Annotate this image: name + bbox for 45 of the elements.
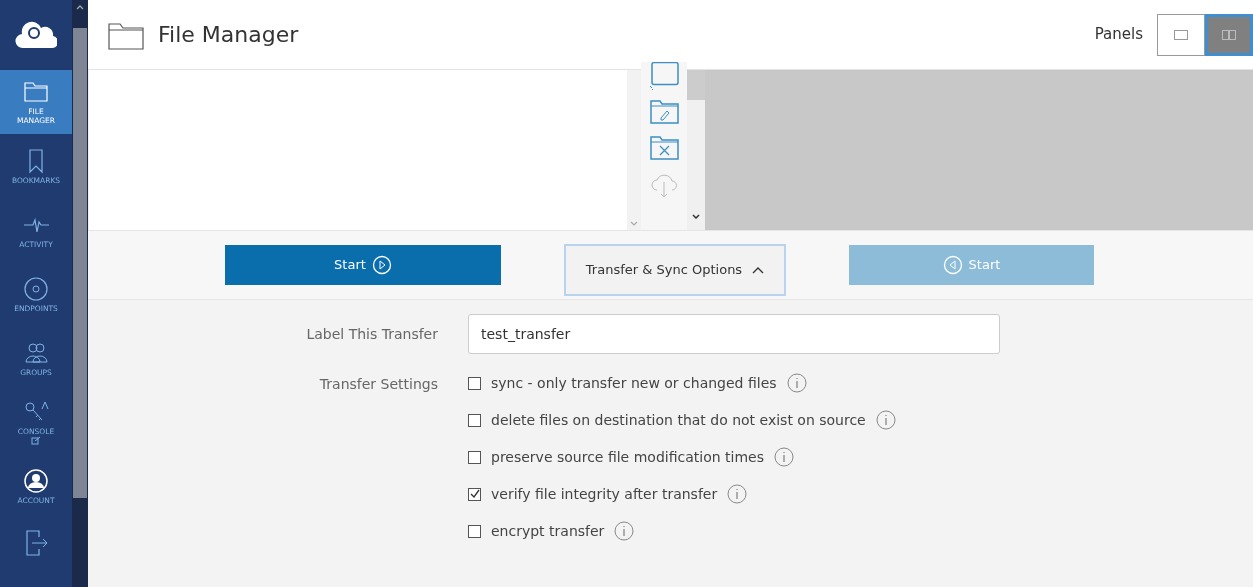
panel-toggle-button[interactable]: [1157, 13, 1205, 56]
scroll-down-icon[interactable]: [692, 214, 700, 219]
panel-toggle-button[interactable]: [1205, 13, 1253, 56]
options-toggle-button[interactable]: Transfer & Sync Options: [564, 244, 786, 296]
back-icon: [942, 255, 963, 275]
panels-label: Panels: [1094, 24, 1143, 46]
checkbox[interactable]: [468, 487, 481, 501]
checkbox[interactable]: [468, 450, 481, 464]
two-panes-icon: [1222, 29, 1236, 40]
field-label: Transfer Settings: [318, 375, 439, 394]
disc-icon: [23, 275, 49, 304]
checkbox[interactable]: [468, 524, 481, 538]
play-icon: [371, 255, 392, 275]
setting-label: delete files on destination that do not exist on source: [491, 410, 866, 430]
setting-label: encrypt transfer: [491, 521, 605, 541]
info-icon: [614, 521, 635, 541]
checkbox[interactable]: [468, 413, 481, 427]
info-icon: [773, 447, 794, 467]
exit-icon: [23, 529, 49, 557]
start-button[interactable]: Start: [225, 245, 501, 285]
new-folder-icon: [649, 62, 679, 90]
info-icon: [727, 484, 748, 504]
setting-label: verify file integrity after transfer: [491, 484, 718, 504]
scrollbar-track[interactable]: [627, 70, 641, 230]
label-input-field[interactable]: test_transfer: [468, 314, 1000, 354]
toolbar-button[interactable]: [649, 134, 679, 162]
cloud-logo-icon: [15, 20, 57, 50]
info-icon: [875, 410, 896, 430]
setting-label: sync - only transfer new or changed files: [491, 373, 777, 393]
rename-folder-icon: [649, 98, 679, 126]
external-link-icon: [31, 436, 41, 445]
scrollbar-thumb[interactable]: [687, 70, 705, 100]
setting-label: preserve source file modification times: [491, 447, 764, 467]
toolbar-button[interactable]: [649, 98, 679, 126]
scroll-up-icon[interactable]: [76, 4, 84, 10]
toolbar-button[interactable]: [649, 62, 679, 90]
field-label: Label This Transfer: [305, 324, 439, 344]
single-pane-icon: [1174, 29, 1188, 40]
user-icon: [23, 467, 49, 496]
delete-folder-icon: [649, 134, 679, 162]
chevron-up-icon: [752, 266, 765, 274]
page-title: File Manager: [158, 21, 299, 49]
info-icon: [786, 373, 807, 393]
checkbox[interactable]: [468, 376, 481, 390]
scrollbar-thumb[interactable]: [73, 28, 87, 498]
